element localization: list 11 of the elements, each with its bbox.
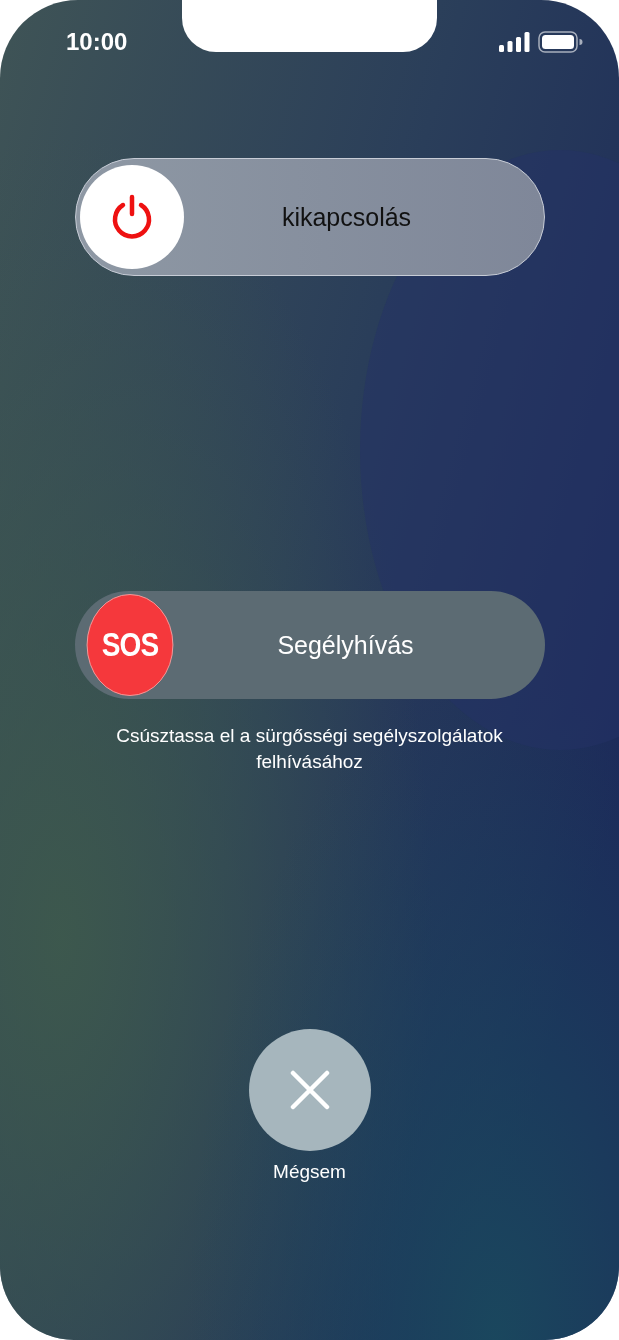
battery-icon <box>538 31 583 53</box>
close-icon <box>289 1070 330 1110</box>
cancel-label: Mégsem <box>273 1161 346 1183</box>
slider-label: kikapcsolás <box>280 202 413 232</box>
slider-caption: Csúsztassa el a sürgősségi segélyszolgálatok felhívásához <box>115 724 504 774</box>
status-time: 10:00 <box>66 28 128 56</box>
signal-icon <box>499 32 530 52</box>
sos-thumb[interactable]: SOS <box>86 594 173 696</box>
power-off-slider[interactable]: kikapcsolás <box>74 158 545 276</box>
emergency-sos-slider[interactable]: SOS Segélyhívás <box>74 591 545 699</box>
slider-label: Segélyhívás <box>276 630 415 660</box>
